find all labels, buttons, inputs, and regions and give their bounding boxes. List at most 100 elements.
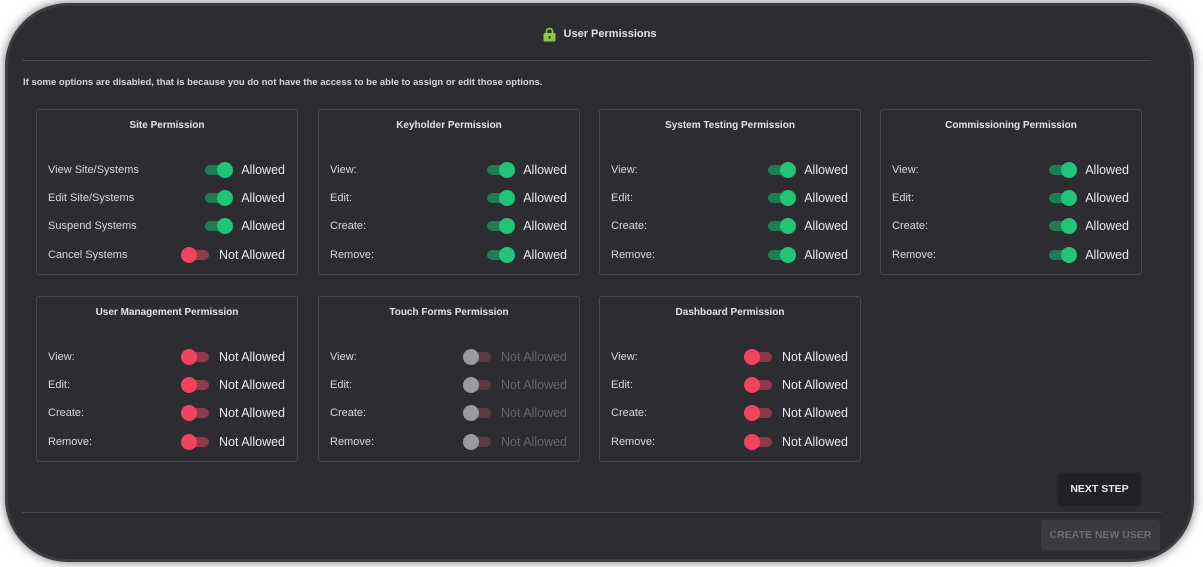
permission-row: View: Not Allowed (330, 347, 567, 367)
permission-toggle[interactable] (1047, 162, 1078, 178)
permission-toggle[interactable] (485, 218, 516, 234)
permission-label: View: (892, 164, 919, 176)
toggle-knob (743, 434, 760, 450)
permission-label: Edit: (892, 192, 915, 204)
permission-toggle[interactable] (203, 218, 234, 234)
permission-status: Not Allowed (500, 406, 567, 420)
toggle-knob (1061, 218, 1078, 234)
permission-toggle[interactable] (180, 377, 211, 393)
permission-label: Remove: (330, 436, 375, 448)
permission-status: Not Allowed (781, 435, 848, 449)
permission-label: View: (330, 351, 357, 363)
permission-row: Cancel Systems Not Allowed (48, 245, 285, 265)
permission-toggle[interactable] (1047, 218, 1078, 234)
permission-toggle[interactable] (743, 377, 774, 393)
permission-toggle (462, 349, 493, 365)
toggle-knob (180, 247, 197, 263)
card-title: Touch Forms Permission (389, 307, 509, 318)
permission-status: Allowed (804, 248, 848, 262)
permission-status: Allowed (241, 191, 285, 205)
permission-card: Dashboard Permission View: Not Allowed Edit… (599, 296, 861, 462)
toggle-knob (462, 405, 479, 421)
toggle-knob (499, 247, 516, 263)
permission-row: View Site/Systems Allowed (48, 160, 285, 180)
toggle-knob (499, 218, 516, 234)
permission-row: Remove: Not Allowed (48, 432, 285, 452)
permission-status: Allowed (523, 219, 567, 233)
permission-toggle[interactable] (180, 434, 211, 450)
permission-label: Create: (611, 407, 648, 419)
permission-label: Edit: (48, 379, 71, 391)
permission-label: View: (611, 351, 638, 363)
permission-card: Site Permission View Site/Systems Allowed E… (36, 109, 298, 275)
permission-status: Not Allowed (781, 378, 848, 392)
permission-toggle[interactable] (180, 349, 211, 365)
permission-status: Allowed (804, 191, 848, 205)
permission-row: Suspend Systems Allowed (48, 216, 285, 236)
next-step-button[interactable]: NEXT STEP (1059, 473, 1140, 504)
card-title: Commissioning Permission (945, 120, 1077, 131)
permission-label: Cancel Systems (48, 249, 128, 261)
permission-label: Edit: (330, 379, 353, 391)
permission-status: Not Allowed (218, 435, 285, 449)
panel-header: User Permissions (8, 22, 1191, 46)
permission-row: View: Allowed (330, 160, 567, 180)
permission-card: Commissioning Permission View: Allowed Edit… (880, 109, 1142, 275)
toggle-knob (780, 218, 797, 234)
permission-row: Edit: Allowed (330, 188, 567, 208)
toggle-knob (499, 162, 516, 178)
permission-toggle[interactable] (743, 405, 774, 421)
permission-toggle (462, 405, 493, 421)
permission-toggle[interactable] (180, 405, 211, 421)
permission-toggle[interactable] (180, 247, 211, 263)
permission-toggle[interactable] (743, 434, 774, 450)
card-title: Site Permission (129, 120, 205, 131)
permission-label: View: (48, 351, 75, 363)
permission-toggle[interactable] (766, 190, 797, 206)
permission-label: Remove: (611, 436, 656, 448)
permission-status: Not Allowed (218, 350, 285, 364)
permission-label: View Site/Systems (48, 164, 139, 176)
toggle-knob (780, 247, 797, 263)
permission-toggle[interactable] (485, 162, 516, 178)
permission-row: Remove: Allowed (611, 245, 848, 265)
permission-toggle[interactable] (766, 218, 797, 234)
permission-toggle[interactable] (203, 190, 234, 206)
permission-toggle[interactable] (1047, 190, 1078, 206)
permission-toggle[interactable] (203, 162, 234, 178)
footer-divider (22, 512, 1161, 513)
permission-status: Allowed (523, 248, 567, 262)
lock-icon (543, 27, 556, 42)
toggle-knob (180, 405, 197, 421)
permission-label: Remove: (48, 436, 93, 448)
permission-status: Not Allowed (500, 378, 567, 392)
permission-row: Create: Not Allowed (330, 403, 567, 423)
permission-toggle[interactable] (766, 247, 797, 263)
permission-toggle[interactable] (766, 162, 797, 178)
permission-toggle[interactable] (485, 247, 516, 263)
permission-status: Not Allowed (781, 350, 848, 364)
toggle-knob (780, 162, 797, 178)
toggle-knob (462, 377, 479, 393)
card-title: Keyholder Permission (396, 120, 502, 131)
create-new-user-button[interactable]: CREATE NEW USER (1041, 520, 1160, 550)
permission-row: Create: Not Allowed (611, 403, 848, 423)
permission-row: Edit: Not Allowed (611, 375, 848, 395)
permission-row: Create: Not Allowed (48, 403, 285, 423)
permission-toggle[interactable] (1047, 247, 1078, 263)
permission-label: Create: (611, 220, 648, 232)
permission-row: Remove: Allowed (892, 245, 1129, 265)
permission-toggle[interactable] (743, 349, 774, 365)
permissions-panel: User Permissions If some options are dis… (8, 6, 1191, 559)
permission-status: Allowed (1085, 163, 1129, 177)
permission-status: Not Allowed (781, 406, 848, 420)
permission-label: Edit Site/Systems (48, 192, 135, 204)
permission-row: Create: Allowed (330, 216, 567, 236)
toggle-knob (1061, 247, 1078, 263)
permission-row: Remove: Allowed (330, 245, 567, 265)
permission-row: View: Not Allowed (48, 347, 285, 367)
permission-toggle[interactable] (485, 190, 516, 206)
permission-status: Allowed (523, 163, 567, 177)
toggle-knob (217, 162, 234, 178)
card-title: System Testing Permission (665, 120, 795, 131)
